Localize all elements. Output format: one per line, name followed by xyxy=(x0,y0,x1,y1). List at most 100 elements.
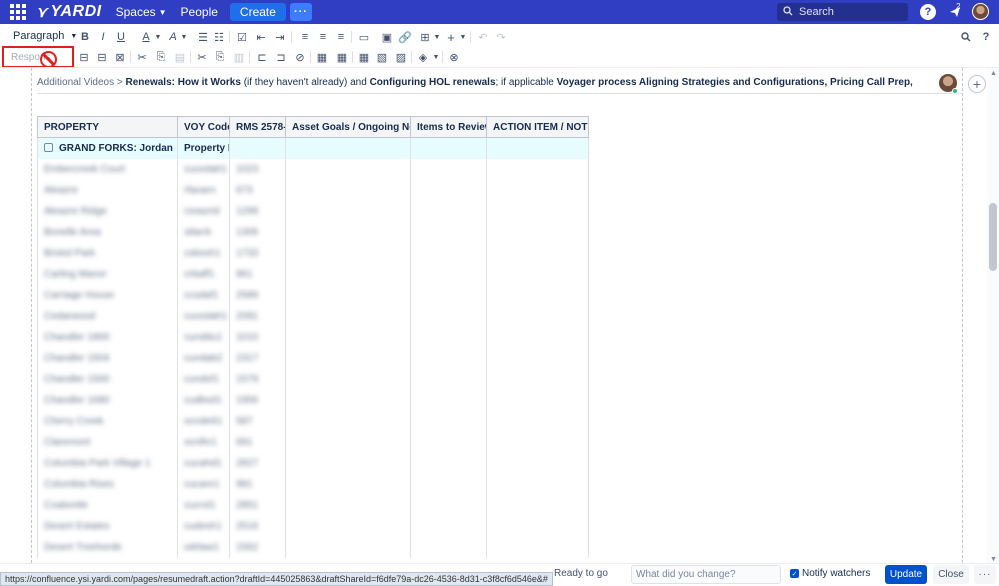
table-cell[interactable] xyxy=(410,263,487,285)
table-cell[interactable]: 2851 xyxy=(229,494,286,516)
table-cell[interactable]: Chandler 1500 xyxy=(37,368,178,390)
table-cell[interactable] xyxy=(285,494,411,516)
chevron-down-icon[interactable]: ▼ xyxy=(150,29,166,45)
scroll-down-icon[interactable]: ▼ xyxy=(990,556,997,563)
table-cell[interactable]: odrlaw1 xyxy=(177,536,230,558)
table-cell[interactable]: 1299 xyxy=(229,200,286,222)
table-cell[interactable] xyxy=(486,326,589,348)
table-cell[interactable]: ccsdaf1 xyxy=(177,284,230,306)
bullet-list-icon[interactable]: ☰ xyxy=(195,29,211,45)
table-cell[interactable]: Cedarwood xyxy=(37,305,178,327)
layouts-icon[interactable]: ▭ xyxy=(356,29,372,45)
table-cell[interactable]: Columbia Park Village 1 xyxy=(37,452,178,474)
numbered-column-icon[interactable]: ▨ xyxy=(393,49,409,65)
table-cell[interactable]: cundab2 xyxy=(177,347,230,369)
paragraph-style-dropdown[interactable]: Paragraph ▼ xyxy=(13,30,77,42)
table-cell[interactable] xyxy=(285,326,411,348)
table-cell[interactable] xyxy=(410,368,487,390)
table-cell[interactable]: Embercreek Court xyxy=(37,158,178,180)
italic-button[interactable]: I xyxy=(95,29,111,45)
table-cell[interactable]: Desert Estates xyxy=(37,515,178,537)
table-cell[interactable] xyxy=(486,452,589,474)
column-header[interactable]: PROPERTY xyxy=(37,116,178,138)
update-button[interactable]: Update xyxy=(885,565,927,584)
help-icon[interactable]: ? xyxy=(920,4,936,20)
table-cell[interactable]: 587 xyxy=(229,410,286,432)
align-left-icon[interactable]: ≡ xyxy=(297,29,313,45)
table-cell[interactable] xyxy=(285,200,411,222)
table-cell[interactable]: 1733 xyxy=(229,242,286,264)
table-cell[interactable] xyxy=(486,347,589,369)
column-header[interactable]: RMS 2578- xyxy=(229,116,286,138)
table-cell[interactable] xyxy=(486,305,589,327)
table-cell[interactable]: rfaoarn xyxy=(177,179,230,201)
column-header[interactable]: ACTION ITEM / NOTES xyxy=(486,116,589,138)
table-row[interactable]: Desert Treehorde odrlaw1 1562 xyxy=(37,536,589,558)
table-cell[interactable] xyxy=(410,200,487,222)
table-row[interactable]: Bristol Park csbssh1 1733 xyxy=(37,242,589,264)
create-button[interactable]: Create xyxy=(229,3,286,21)
table-cell[interactable] xyxy=(410,536,487,558)
table-cell[interactable]: 981 xyxy=(229,473,286,495)
table-cell[interactable] xyxy=(410,473,487,495)
table-row[interactable]: Chandler 1500 cundsf1 1579 xyxy=(37,368,589,390)
table-cell[interactable] xyxy=(285,473,411,495)
create-more-button[interactable]: ··· xyxy=(289,3,312,21)
notify-watchers-checkbox[interactable]: ✓ xyxy=(790,569,799,578)
table-cell[interactable] xyxy=(410,137,487,159)
table-cell[interactable]: 673 xyxy=(229,179,286,201)
table-cell[interactable] xyxy=(229,137,286,159)
column-header[interactable]: Items to Review xyxy=(410,116,487,138)
table-cell[interactable] xyxy=(410,515,487,537)
table-cell[interactable] xyxy=(285,137,411,159)
table-cell[interactable]: cudbsd1 xyxy=(177,389,230,411)
table-cell[interactable]: Cherry Creek xyxy=(37,410,178,432)
table-row[interactable]: Columbia Park Village 1 cucahd1 2827 xyxy=(37,452,589,474)
table-cell[interactable]: stlarrk xyxy=(177,221,230,243)
table-cell[interactable]: csbssh1 xyxy=(177,242,230,264)
insert-row-above-icon[interactable]: ⊟ xyxy=(76,49,92,65)
table-row[interactable]: Aleazre rfaoarn 673 xyxy=(37,179,589,201)
table-cell[interactable]: Chandler 1680 xyxy=(37,389,178,411)
change-comment-input[interactable] xyxy=(631,565,781,584)
table-cell[interactable] xyxy=(410,410,487,432)
table-cell[interactable]: 691 xyxy=(229,431,286,453)
table-cell[interactable] xyxy=(285,431,411,453)
table-cell[interactable]: 961 xyxy=(229,263,286,285)
configuring-hol-link[interactable]: Configuring HOL renewals xyxy=(370,77,496,88)
table-cell[interactable] xyxy=(486,494,589,516)
table-row[interactable]: Columbia Rises cucare1 981 xyxy=(37,473,589,495)
table-row[interactable]: Cedarwood cucedah1 2091 xyxy=(37,305,589,327)
people-link[interactable]: People xyxy=(181,5,218,19)
table-cell[interactable]: 1956 xyxy=(229,389,286,411)
table-cell[interactable] xyxy=(486,242,589,264)
table-cell[interactable] xyxy=(486,221,589,243)
merge-cells-icon[interactable]: ▦ xyxy=(314,49,330,65)
table-row[interactable]: Cherry Creek ocnde61 587 xyxy=(37,410,589,432)
table-cell[interactable]: Property List: hoofres xyxy=(177,137,230,159)
table-cell[interactable] xyxy=(285,284,411,306)
table-cell[interactable] xyxy=(486,263,589,285)
spaces-menu[interactable]: Spaces ▼ xyxy=(116,5,167,19)
table-cell[interactable]: Claremont xyxy=(37,431,178,453)
table-cell[interactable]: cucedah1 xyxy=(177,158,230,180)
table-cell[interactable]: 1562 xyxy=(229,536,286,558)
table-cell[interactable]: 1010 xyxy=(229,326,286,348)
table-cell[interactable]: ocnde61 xyxy=(177,410,230,432)
table-cell[interactable] xyxy=(486,410,589,432)
table-cell[interactable] xyxy=(410,326,487,348)
table-cell[interactable] xyxy=(285,221,411,243)
row-checkbox[interactable] xyxy=(44,142,53,152)
table-cell[interactable] xyxy=(285,452,411,474)
table-row[interactable]: Embercreek Court cucedah1 1023 xyxy=(37,158,589,180)
app-switcher-icon[interactable] xyxy=(6,0,30,24)
chevron-down-icon[interactable]: ▼ xyxy=(455,29,471,45)
task-list-icon[interactable]: ☑ xyxy=(234,29,250,45)
table-cell[interactable] xyxy=(410,158,487,180)
table-cell[interactable] xyxy=(486,389,589,411)
align-center-icon[interactable]: ≡ xyxy=(315,29,331,45)
table-cell[interactable] xyxy=(410,305,487,327)
table-cell[interactable]: rzeazrid xyxy=(177,200,230,222)
copy-column-icon[interactable]: ⎘ xyxy=(212,49,228,65)
table-cell[interactable]: 2827 xyxy=(229,452,286,474)
